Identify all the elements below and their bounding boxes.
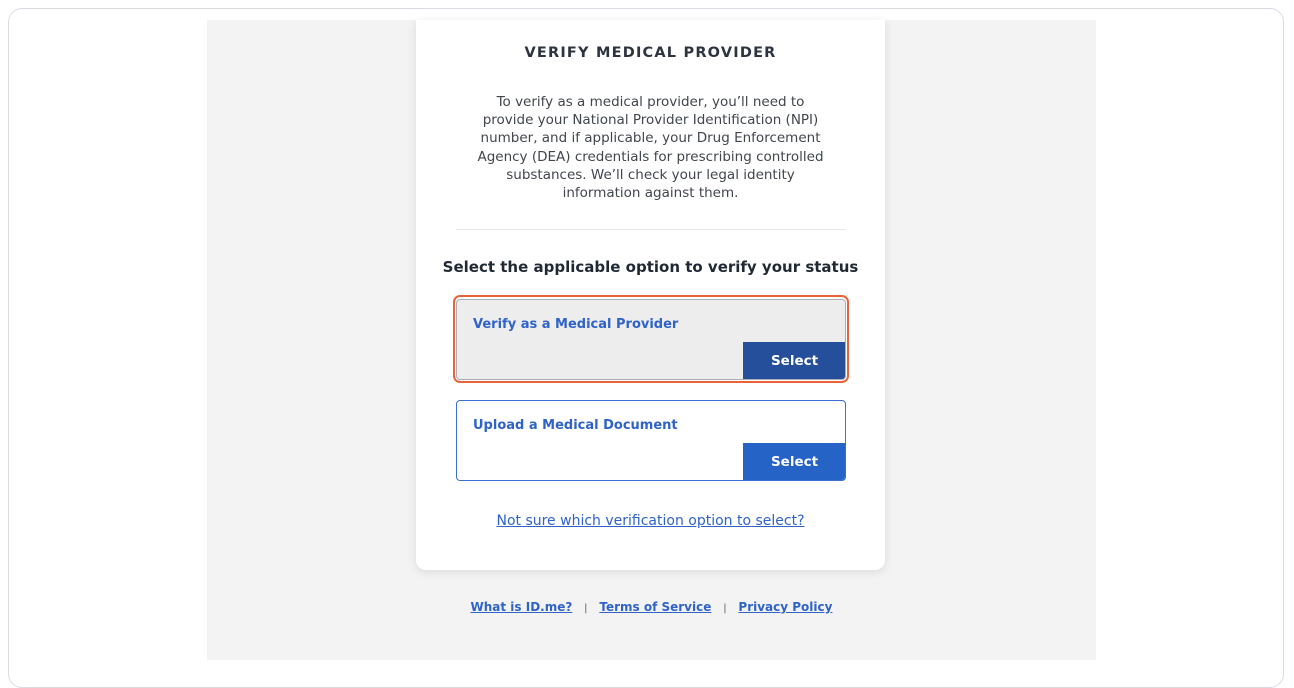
- verification-help-link[interactable]: Not sure which verification option to se…: [496, 513, 804, 529]
- description-line: number, and if applicable, your Drug Enf…: [480, 130, 821, 147]
- description-line: substances. We’ll check your legal ident…: [506, 166, 795, 183]
- what-is-idme-link[interactable]: What is ID.me?: [471, 600, 573, 614]
- description-line: Agency (DEA) credentials for prescribing…: [477, 148, 824, 165]
- page-viewport: VERIFY MEDICAL PROVIDER To verify as a m…: [207, 20, 1096, 660]
- footer: What is ID.me? | Terms of Service | Priv…: [207, 600, 1096, 614]
- description-line: information against them.: [562, 185, 739, 202]
- help-link-container: Not sure which verification option to se…: [416, 513, 885, 529]
- card-title: VERIFY MEDICAL PROVIDER: [524, 45, 777, 61]
- description-line: provide your National Provider Identific…: [482, 112, 819, 129]
- card-description: To verify as a medical provider, you’ll …: [468, 93, 833, 202]
- select-upload-document-button[interactable]: Select: [743, 443, 845, 480]
- option-label: Upload a Medical Document: [473, 418, 678, 433]
- description-line: To verify as a medical provider, you’ll …: [496, 94, 805, 110]
- terms-of-service-link[interactable]: Terms of Service: [599, 600, 711, 614]
- footer-separator: |: [584, 603, 588, 614]
- footer-separator: |: [723, 603, 727, 614]
- option-label: Verify as a Medical Provider: [473, 317, 679, 332]
- verification-card: VERIFY MEDICAL PROVIDER To verify as a m…: [416, 20, 885, 570]
- option-verify-medical-provider[interactable]: Verify as a Medical Provider Select: [456, 299, 846, 380]
- option-prompt: Select the applicable option to verify y…: [442, 258, 859, 276]
- option-upload-medical-document[interactable]: Upload a Medical Document Select: [456, 400, 846, 481]
- select-verify-provider-button[interactable]: Select: [743, 342, 845, 379]
- privacy-policy-link[interactable]: Privacy Policy: [738, 600, 832, 614]
- divider: [456, 229, 845, 230]
